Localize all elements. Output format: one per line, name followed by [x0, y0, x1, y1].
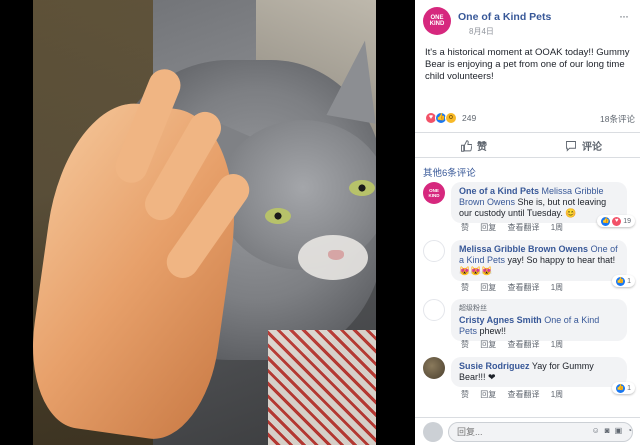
- comment-author[interactable]: Cristy Agnes Smith: [459, 315, 542, 325]
- more-options-icon[interactable]: ···: [619, 9, 629, 23]
- comment-like-link[interactable]: 赞: [461, 283, 469, 292]
- comment-time[interactable]: 1周: [551, 283, 563, 292]
- gif-icon[interactable]: ▣: [615, 426, 623, 435]
- post-header: ONE KIND One of a Kind Pets 8月4日 ···: [423, 7, 633, 41]
- comment-like-link[interactable]: 赞: [461, 340, 469, 349]
- comment-reaction-count: 1: [627, 384, 631, 392]
- commenter-avatar[interactable]: ONE KIND: [423, 182, 445, 204]
- comment-time[interactable]: 1周: [551, 390, 563, 399]
- comment-translate-link[interactable]: 查看翻译: [507, 283, 539, 292]
- comment-reactions[interactable]: 👍 1: [612, 382, 635, 394]
- page-logo-text: ONE KIND: [429, 15, 445, 27]
- commenter-avatar[interactable]: [423, 240, 445, 262]
- comment-translate-link[interactable]: 查看翻译: [507, 223, 539, 232]
- page-name-link[interactable]: One of a Kind Pets: [458, 11, 551, 23]
- comment-reply-link[interactable]: 回复: [480, 223, 496, 232]
- reaction-count[interactable]: 249: [462, 113, 476, 123]
- comment-item: Melissa Gribble Brown Owens One of a Kin…: [423, 240, 635, 292]
- commenter-avatar[interactable]: [423, 299, 445, 321]
- comment-author[interactable]: Susie Rodriguez: [459, 361, 530, 371]
- sticker-icon[interactable]: ◔: [627, 426, 632, 435]
- comment-time[interactable]: 1周: [551, 223, 563, 232]
- comment-reply-link[interactable]: 回复: [480, 390, 496, 399]
- view-more-comments-link[interactable]: 其他6条评论: [423, 165, 476, 179]
- camera-icon[interactable]: ◙: [605, 426, 610, 435]
- comment-reactions[interactable]: 👍 1: [612, 275, 635, 287]
- like-button-label: 赞: [477, 142, 487, 153]
- post-actions: 赞 评论: [415, 132, 640, 158]
- comment-bubble: Melissa Gribble Brown Owens One of a Kin…: [451, 240, 627, 281]
- write-comment-box: ☺ ◙ ▣ ◔: [415, 417, 640, 445]
- like-reaction-icon: 👍: [616, 276, 626, 286]
- post-photo[interactable]: [33, 0, 376, 445]
- comment-item: 超级粉丝 Cristy Agnes Smith One of a Kind Pe…: [423, 299, 635, 351]
- comment-bubble: 超级粉丝 Cristy Agnes Smith One of a Kind Pe…: [451, 299, 627, 341]
- comment-bubble: Susie Rodriguez Yay for Gummy Bear!!! ❤: [451, 357, 627, 387]
- comment-time[interactable]: 1周: [551, 340, 563, 349]
- like-button[interactable]: 赞: [460, 138, 487, 153]
- comment-button[interactable]: 评论: [565, 138, 602, 153]
- comment-like-link[interactable]: 赞: [461, 390, 469, 399]
- post-side-panel: ONE KIND One of a Kind Pets 8月4日 ··· It'…: [415, 0, 640, 445]
- post-text: It's a historical moment at OOAK today!!…: [425, 47, 630, 82]
- comment-translate-link[interactable]: 查看翻译: [507, 390, 539, 399]
- comment-actions: 赞 回复 查看翻译 1周: [461, 222, 572, 233]
- blanket-pattern: [268, 330, 376, 445]
- top-fan-badge: 超级粉丝: [459, 305, 487, 312]
- comment-author[interactable]: One of a Kind Pets: [459, 186, 539, 196]
- comment-actions: 赞 回复 查看翻译 1周: [461, 282, 572, 293]
- wow-reaction-icon: o: [445, 112, 457, 124]
- like-reaction-icon: 👍: [601, 216, 611, 226]
- cat-eye-right: [349, 180, 375, 196]
- comment-actions: 赞 回复 查看翻译 1周: [461, 389, 572, 400]
- comment-icon: [566, 140, 576, 152]
- comment-like-link[interactable]: 赞: [461, 223, 469, 232]
- comment-button-label: 评论: [582, 142, 602, 153]
- comment-text: phew!!: [477, 326, 507, 336]
- comment-translate-link[interactable]: 查看翻译: [507, 340, 539, 349]
- composer-icons: ☺ ◙ ▣ ◔: [592, 426, 632, 435]
- commenter-avatar[interactable]: [423, 357, 445, 379]
- comment-item: Susie Rodriguez Yay for Gummy Bear!!! ❤ …: [423, 357, 635, 409]
- emoji-icon[interactable]: ☺: [592, 426, 600, 435]
- like-reaction-icon: 👍: [616, 383, 626, 393]
- comment-count[interactable]: 18条评论: [600, 113, 635, 125]
- page-avatar[interactable]: ONE KIND: [423, 7, 451, 35]
- comment-reply-link[interactable]: 回复: [480, 340, 496, 349]
- cat-eye-left: [265, 208, 291, 224]
- thumbs-up-icon: [461, 139, 472, 152]
- comment-actions: 赞 回复 查看翻译 1周: [461, 339, 572, 350]
- comment-author[interactable]: Melissa Gribble Brown Owens: [459, 244, 588, 254]
- cat-nose: [328, 250, 344, 260]
- comment-reactions[interactable]: 👍 ♥ 19: [597, 215, 635, 227]
- current-user-avatar: [423, 422, 443, 442]
- comment-reply-link[interactable]: 回复: [480, 283, 496, 292]
- reactions-bar[interactable]: ♥ 👍 o 249 18条评论: [425, 112, 637, 126]
- comment-reaction-count: 1: [627, 277, 631, 285]
- comment-item: ONE KIND One of a Kind Pets Melissa Gribb…: [423, 182, 635, 234]
- love-reaction-icon: ♥: [612, 216, 622, 226]
- photo-viewer: ONE KIND One of a Kind Pets 8月4日 ··· It'…: [0, 0, 640, 445]
- post-date[interactable]: 8月4日: [469, 26, 494, 37]
- comment-reaction-count: 19: [623, 217, 631, 225]
